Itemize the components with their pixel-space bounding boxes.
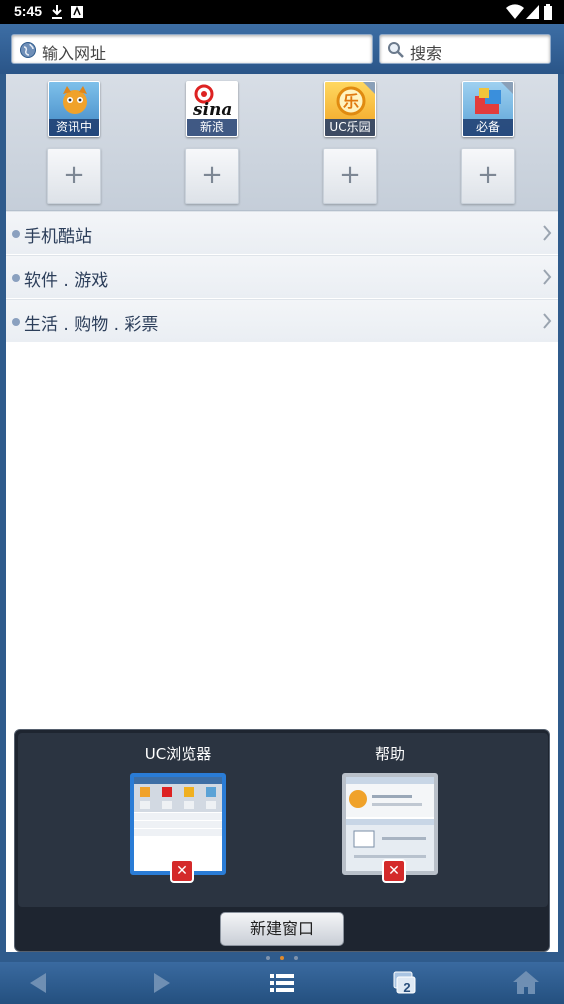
quick-access-panel: 资讯中 sina 新浪 乐 UC乐园 必备 + + + +: [6, 74, 558, 211]
home-button[interactable]: [506, 968, 546, 998]
status-bar: 5:45: [0, 0, 564, 24]
category-label: 软件 . 游戏: [24, 271, 109, 291]
windows-button[interactable]: 2: [384, 968, 424, 998]
category-list: 手机酷站 软件 . 游戏 生活 . 购物 . 彩票: [6, 211, 558, 343]
window-card-help[interactable]: 帮助 ✕: [330, 743, 450, 883]
add-shortcut-button[interactable]: +: [323, 148, 377, 204]
quick-tile-label: 资讯中: [49, 119, 99, 136]
category-label: 生活 . 购物 . 彩票: [24, 315, 159, 335]
quick-tile-news[interactable]: 资讯中: [48, 81, 100, 137]
url-placeholder: 输入网址: [42, 44, 107, 63]
close-window-button[interactable]: ✕: [170, 859, 194, 883]
svg-text:乐: 乐: [343, 92, 359, 111]
bullet-icon: [12, 230, 20, 238]
add-shortcut-button[interactable]: +: [461, 148, 515, 204]
chevron-right-icon: [542, 268, 552, 291]
category-label: 手机酷站: [24, 227, 92, 247]
page-preview-image: [134, 777, 222, 836]
signal-icon: [526, 4, 540, 24]
home-icon: [513, 971, 539, 994]
page-indicator: [0, 954, 564, 962]
search-input[interactable]: 搜索: [379, 34, 551, 64]
search-icon: [387, 41, 405, 63]
page-dot: [294, 956, 298, 960]
window-switcher-panel: UC浏览器 ✕ 帮助 ✕ 新建窗口: [14, 729, 550, 952]
page-preview-image: [346, 777, 434, 871]
download-icon: [50, 4, 64, 24]
arrow-right-icon: [154, 973, 170, 993]
page-dot-active: [280, 956, 284, 960]
page-dot: [266, 956, 270, 960]
quick-tile-uc-park[interactable]: 乐 UC乐园: [324, 81, 376, 137]
menu-list-icon: [270, 974, 294, 992]
bottom-toolbar: 2: [0, 962, 564, 1004]
chevron-right-icon: [542, 312, 552, 335]
quick-tile-sina[interactable]: sina 新浪: [186, 81, 238, 137]
browser-toolbar: 输入网址 搜索: [0, 24, 564, 74]
clock: 5:45: [14, 3, 43, 19]
category-software-games[interactable]: 软件 . 游戏: [6, 255, 558, 299]
category-mobile-sites[interactable]: 手机酷站: [6, 211, 558, 255]
window-title: 帮助: [374, 745, 405, 763]
quick-tile-label: UC乐园: [325, 119, 375, 136]
window-title: UC浏览器: [144, 745, 212, 763]
sina-logo-text: sina: [193, 100, 233, 120]
arrow-left-icon: [30, 973, 46, 993]
uc-park-icon: 乐: [336, 86, 366, 116]
chevron-right-icon: [542, 224, 552, 247]
menu-button[interactable]: [262, 968, 302, 998]
forward-button[interactable]: [142, 968, 182, 998]
window-list: UC浏览器 ✕ 帮助 ✕: [18, 733, 548, 907]
add-shortcut-button[interactable]: +: [185, 148, 239, 204]
quick-tile-essentials[interactable]: 必备: [462, 81, 514, 137]
globe-icon: [19, 41, 37, 63]
window-count: 2: [403, 980, 411, 995]
quick-tile-label: 新浪: [187, 119, 237, 136]
url-input[interactable]: 输入网址: [11, 34, 373, 64]
category-life-shopping-lottery[interactable]: 生活 . 购物 . 彩票: [6, 299, 558, 343]
bullet-icon: [12, 318, 20, 326]
battery-icon: [544, 4, 552, 24]
search-placeholder: 搜索: [410, 44, 443, 63]
uc-squirrel-icon: [63, 86, 87, 114]
essentials-box-icon: [475, 88, 501, 114]
window-thumbnail[interactable]: ✕: [130, 773, 226, 883]
close-window-button[interactable]: ✕: [382, 859, 406, 883]
bullet-icon: [12, 274, 20, 282]
new-window-button[interactable]: 新建窗口: [220, 912, 344, 946]
quick-tile-label: 必备: [463, 119, 513, 136]
window-thumbnail[interactable]: ✕: [342, 773, 438, 883]
notification-icon: [70, 4, 84, 24]
add-shortcut-button[interactable]: +: [47, 148, 101, 204]
wifi-icon: [506, 4, 524, 24]
back-button[interactable]: [18, 968, 58, 998]
window-card-uc[interactable]: UC浏览器 ✕: [118, 743, 238, 883]
